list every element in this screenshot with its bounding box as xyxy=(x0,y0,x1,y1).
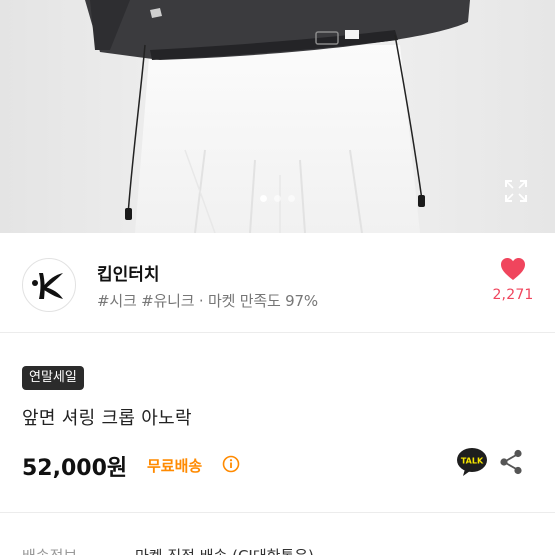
carousel-dot[interactable] xyxy=(260,195,267,202)
kakaotalk-button[interactable]: TALK xyxy=(456,447,488,477)
delivery-label: 배송정보 xyxy=(22,545,77,555)
carousel-dot[interactable] xyxy=(274,195,281,202)
product-title: 앞면 셔링 크롭 아노락 xyxy=(22,408,192,429)
product-price: 52,000원 xyxy=(22,456,128,481)
heart-icon xyxy=(501,258,525,280)
share-icon xyxy=(500,449,522,475)
like-button[interactable]: 2,271 xyxy=(488,257,538,303)
free-shipping-badge: 무료배송 xyxy=(147,457,203,475)
shop-logo-mark xyxy=(32,273,63,299)
delivery-value: 마켓 직접 배송 (CJ대한통운) xyxy=(135,545,314,555)
shop-tags: #시크 #유니크 · 마켓 만족도 97% xyxy=(97,292,318,310)
like-count: 2,271 xyxy=(492,287,534,303)
share-button[interactable] xyxy=(498,448,524,476)
section-divider xyxy=(0,512,555,513)
info-icon xyxy=(222,455,240,473)
svg-text:TALK: TALK xyxy=(461,457,484,466)
sale-badge: 연말세일 xyxy=(22,366,84,390)
shop-logo[interactable] xyxy=(22,258,76,312)
expand-icon xyxy=(505,180,527,202)
shop-section[interactable]: 킵인터치 #시크 #유니크 · 마켓 만족도 97% 2,271 xyxy=(0,233,555,333)
shipping-info-button[interactable] xyxy=(222,455,240,473)
carousel-indicator xyxy=(0,195,555,202)
carousel-dot[interactable] xyxy=(288,195,295,202)
shop-name[interactable]: 킵인터치 xyxy=(97,260,160,285)
product-photo[interactable] xyxy=(0,0,555,233)
kakaotalk-icon: TALK xyxy=(457,448,487,476)
expand-button[interactable] xyxy=(503,178,529,204)
